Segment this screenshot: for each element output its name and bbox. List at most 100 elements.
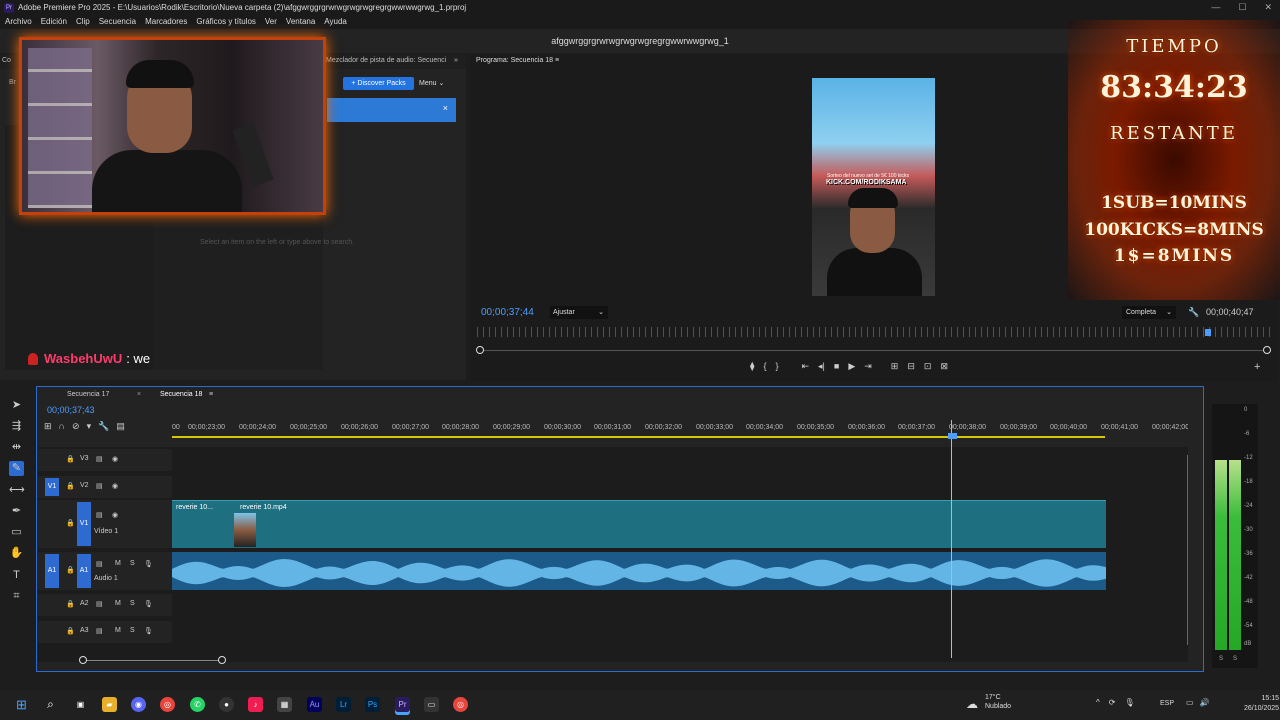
go-to-in-icon[interactable]: ⇤ <box>801 361 809 372</box>
step-back-icon[interactable]: ◂| <box>818 361 825 372</box>
work-area-bar[interactable] <box>172 436 1105 438</box>
microphone-icon[interactable]: 🎙 <box>144 600 153 608</box>
eye-icon[interactable]: ◉ <box>112 482 118 490</box>
tab-br[interactable]: Br <box>9 79 16 86</box>
menu-secuencia[interactable]: Secuencia <box>99 15 136 29</box>
weather-widget[interactable]: 17°C Nublado <box>985 693 1011 711</box>
snap-icon[interactable]: ∩ <box>59 421 65 432</box>
extract-icon[interactable]: ⊟ <box>907 361 915 372</box>
mark-out-icon[interactable]: } <box>775 361 778 372</box>
close-icon[interactable]: × <box>443 103 448 113</box>
comparison-view-icon[interactable]: ⊠ <box>940 361 948 372</box>
track-label-a1[interactable]: A1 <box>77 554 91 588</box>
solo-button[interactable]: S <box>130 600 135 607</box>
scrub-start-handle[interactable] <box>476 346 484 354</box>
menu-ventana[interactable]: Ventana <box>286 15 315 29</box>
lock-icon[interactable]: 🔒 <box>66 627 75 635</box>
discover-packs-button[interactable]: + Discover Packs <box>343 77 414 90</box>
zoom-right-handle[interactable] <box>218 656 226 664</box>
lock-icon[interactable]: 🔒 <box>66 519 75 527</box>
quality-dropdown[interactable]: Completa ⌄ <box>1122 306 1176 319</box>
close-window-button[interactable]: ✕ <box>1264 0 1272 15</box>
menu-dropdown[interactable]: Menu ⌄ <box>419 77 444 90</box>
file-explorer-icon[interactable]: ▰ <box>102 697 117 712</box>
app-icon[interactable]: ▦ <box>277 697 292 712</box>
play-icon[interactable]: ▶ <box>848 361 855 372</box>
mute-button[interactable]: M <box>115 627 121 634</box>
microphone-tray-icon[interactable]: 🎙 <box>1124 698 1134 707</box>
go-to-out-icon[interactable]: ⇥ <box>864 361 872 372</box>
pen-tool-icon[interactable]: ✒ <box>9 504 24 519</box>
program-ruler[interactable] <box>477 327 1271 337</box>
lock-icon[interactable]: 🔒 <box>66 600 75 608</box>
meter-solo-left[interactable]: S <box>1219 656 1223 662</box>
type-tool-icon[interactable]: T <box>9 568 24 583</box>
sync-icon[interactable]: ▤ <box>96 560 103 568</box>
stop-icon[interactable]: ■ <box>834 361 839 372</box>
whatsapp-icon[interactable]: ✆ <box>190 697 205 712</box>
task-view-icon[interactable]: ▣ <box>73 697 88 712</box>
panel-overflow-icon[interactable]: » <box>454 57 458 64</box>
menu-archivo[interactable]: Archivo <box>5 15 32 29</box>
lock-icon[interactable]: 🔒 <box>66 455 75 463</box>
tiktok-icon[interactable]: ♪ <box>248 697 263 712</box>
add-marker-icon[interactable]: ▾ <box>87 421 92 432</box>
network-icon[interactable]: ▭ <box>1186 698 1194 707</box>
mute-button[interactable]: M <box>115 560 121 567</box>
track-select-tool-icon[interactable]: ⇶ <box>9 419 24 434</box>
tray-chevron-icon[interactable]: ^ <box>1096 698 1100 707</box>
sync-tray-icon[interactable]: ⟳ <box>1109 698 1116 707</box>
discord-icon[interactable]: ◉ <box>131 697 146 712</box>
settings-wrench-icon[interactable]: 🔧 <box>98 421 109 432</box>
menu-marcadores[interactable]: Marcadores <box>145 15 187 29</box>
meter-solo-right[interactable]: S <box>1233 656 1237 662</box>
lift-icon[interactable]: ⊞ <box>891 361 899 372</box>
mute-button[interactable]: M <box>115 600 121 607</box>
language-indicator[interactable]: ESP <box>1160 700 1174 707</box>
hamburger-icon[interactable]: ≡ <box>209 391 213 398</box>
lock-icon[interactable]: 🔒 <box>66 482 75 490</box>
windows-start-icon[interactable]: ⊞ <box>14 697 29 712</box>
captions-icon[interactable]: ▤ <box>116 421 125 432</box>
menu-graficos[interactable]: Gráficos y títulos <box>196 15 256 29</box>
hand-tool-icon[interactable]: ✋ <box>9 546 24 561</box>
volume-icon[interactable]: 🔊 <box>1200 698 1210 707</box>
timeline-playhead[interactable] <box>951 420 952 658</box>
rectangle-tool-icon[interactable]: ▭ <box>9 525 24 540</box>
menu-edicion[interactable]: Edición <box>41 15 67 29</box>
sync-icon[interactable]: ▤ <box>96 482 103 490</box>
source-patch-a1[interactable]: A1 <box>45 554 59 588</box>
sync-icon[interactable]: ▤ <box>96 511 103 519</box>
close-tab-icon[interactable]: × <box>137 391 141 398</box>
mark-in-icon[interactable]: { <box>763 361 766 372</box>
fit-dropdown[interactable]: Ajustar ⌄ <box>550 306 608 319</box>
menu-clip[interactable]: Clip <box>76 15 90 29</box>
ripple-edit-tool-icon[interactable]: ⇹ <box>9 440 24 455</box>
menu-ver[interactable]: Ver <box>265 15 277 29</box>
linked-selection-icon[interactable]: ⊘ <box>72 421 80 432</box>
razor-tool-icon[interactable]: ✎ <box>9 461 24 476</box>
program-playhead-marker[interactable] <box>1205 329 1211 336</box>
photoshop-icon[interactable]: Ps <box>365 697 380 712</box>
tab-co[interactable]: Co <box>2 57 11 64</box>
eye-icon[interactable]: ◉ <box>112 455 118 463</box>
wrench-icon[interactable]: 🔧 <box>1188 307 1199 318</box>
nest-icon[interactable]: ⊞ <box>44 421 52 432</box>
export-frame-icon[interactable]: ⊡ <box>924 361 932 372</box>
marker-icon[interactable]: ⧫ <box>750 361 754 372</box>
slip-tool-icon[interactable]: ⟷ <box>9 483 25 498</box>
scrub-end-handle[interactable] <box>1263 346 1271 354</box>
lock-icon[interactable]: 🔒 <box>66 566 75 574</box>
timeline-zoom-bar[interactable] <box>83 660 223 661</box>
chrome-profile-icon[interactable]: ◎ <box>453 697 468 712</box>
solo-button[interactable]: S <box>130 560 135 567</box>
sync-icon[interactable]: ▤ <box>96 627 103 635</box>
zoom-left-handle[interactable] <box>79 656 87 664</box>
solo-button[interactable]: S <box>130 627 135 634</box>
sync-icon[interactable]: ▤ <box>96 455 103 463</box>
eye-icon[interactable]: ◉ <box>112 511 118 519</box>
tab-secuencia-18[interactable]: Secuencia 18 <box>160 391 202 398</box>
chrome-icon[interactable]: ◎ <box>160 697 175 712</box>
caption-tool-icon[interactable]: ⌗ <box>9 589 24 604</box>
tab-secuencia-17[interactable]: Secuencia 17 <box>67 391 109 398</box>
